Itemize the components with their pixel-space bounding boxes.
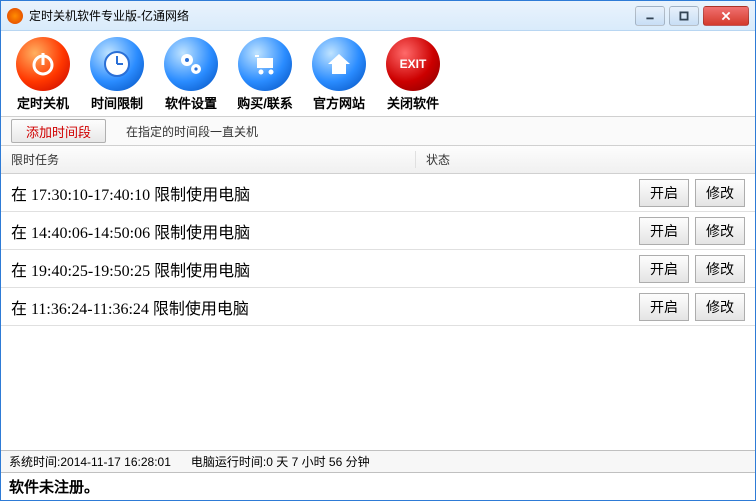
table-row: 在 14:40:06-14:50:06 限制使用电脑开启修改 bbox=[1, 212, 755, 250]
toolbar-item-home[interactable]: 官方网站 bbox=[307, 37, 371, 112]
status-bar: 系统时间:2014-11-17 16:28:01 电脑运行时间:0 天 7 小时… bbox=[1, 450, 755, 472]
row-actions: 开启修改 bbox=[639, 179, 745, 207]
table-header: 限时任务 状态 bbox=[1, 146, 755, 174]
toolbar-item-power[interactable]: 定时关机 bbox=[11, 37, 75, 112]
toolbar-item-gears[interactable]: 软件设置 bbox=[159, 37, 223, 112]
window-controls bbox=[635, 6, 749, 26]
power-icon bbox=[16, 37, 70, 91]
table-row: 在 17:30:10-17:40:10 限制使用电脑开启修改 bbox=[1, 174, 755, 212]
add-timerange-button[interactable]: 添加时间段 bbox=[11, 119, 106, 143]
toolbar-label: 官方网站 bbox=[313, 93, 365, 112]
subbar-hint: 在指定的时间段一直关机 bbox=[126, 123, 258, 140]
row-actions: 开启修改 bbox=[639, 293, 745, 321]
start-button[interactable]: 开启 bbox=[639, 293, 689, 321]
toolbar-label: 购买/联系 bbox=[237, 93, 293, 112]
clock-icon bbox=[90, 37, 144, 91]
exit-icon: EXIT bbox=[386, 37, 440, 91]
gears-icon bbox=[164, 37, 218, 91]
start-button[interactable]: 开启 bbox=[639, 217, 689, 245]
uptime: 电脑运行时间:0 天 7 小时 56 分钟 bbox=[191, 453, 370, 470]
toolbar-label: 时间限制 bbox=[91, 93, 143, 112]
toolbar-label: 软件设置 bbox=[165, 93, 217, 112]
table-row: 在 11:36:24-11:36:24 限制使用电脑开启修改 bbox=[1, 288, 755, 326]
app-window: 定时关机软件专业版-亿通网络 定时关机 时间限制 软件设置 购买/联系 官方网站 EXIT… bbox=[0, 0, 756, 501]
col-status: 状态 bbox=[416, 151, 755, 168]
row-text: 在 19:40:25-19:50:25 限制使用电脑 bbox=[11, 257, 639, 281]
close-button[interactable] bbox=[703, 6, 749, 26]
table-body: 在 17:30:10-17:40:10 限制使用电脑开启修改在 14:40:06… bbox=[1, 174, 755, 450]
col-task: 限时任务 bbox=[1, 151, 416, 168]
toolbar-label: 关闭软件 bbox=[387, 93, 439, 112]
row-text: 在 14:40:06-14:50:06 限制使用电脑 bbox=[11, 219, 639, 243]
row-text: 在 11:36:24-11:36:24 限制使用电脑 bbox=[11, 295, 639, 319]
titlebar[interactable]: 定时关机软件专业版-亿通网络 bbox=[1, 1, 755, 31]
row-text: 在 17:30:10-17:40:10 限制使用电脑 bbox=[11, 181, 639, 205]
edit-button[interactable]: 修改 bbox=[695, 255, 745, 283]
start-button[interactable]: 开启 bbox=[639, 255, 689, 283]
toolbar-label: 定时关机 bbox=[17, 93, 69, 112]
start-button[interactable]: 开启 bbox=[639, 179, 689, 207]
svg-text:EXIT: EXIT bbox=[400, 57, 427, 71]
toolbar-item-exit[interactable]: EXIT 关闭软件 bbox=[381, 37, 445, 112]
edit-button[interactable]: 修改 bbox=[695, 179, 745, 207]
subbar: 添加时间段 在指定的时间段一直关机 bbox=[1, 116, 755, 146]
app-icon bbox=[7, 8, 23, 24]
window-title: 定时关机软件专业版-亿通网络 bbox=[29, 7, 635, 24]
register-status: 软件未注册。 bbox=[9, 476, 99, 497]
row-actions: 开启修改 bbox=[639, 217, 745, 245]
toolbar-item-clock[interactable]: 时间限制 bbox=[85, 37, 149, 112]
footer: 软件未注册。 bbox=[1, 472, 755, 500]
maximize-button[interactable] bbox=[669, 6, 699, 26]
cart-icon bbox=[238, 37, 292, 91]
toolbar: 定时关机 时间限制 软件设置 购买/联系 官方网站 EXIT 关闭软件 bbox=[1, 31, 755, 116]
edit-button[interactable]: 修改 bbox=[695, 293, 745, 321]
toolbar-item-cart[interactable]: 购买/联系 bbox=[233, 37, 297, 112]
minimize-button[interactable] bbox=[635, 6, 665, 26]
systime: 系统时间:2014-11-17 16:28:01 bbox=[9, 453, 171, 470]
row-actions: 开启修改 bbox=[639, 255, 745, 283]
home-icon bbox=[312, 37, 366, 91]
table-row: 在 19:40:25-19:50:25 限制使用电脑开启修改 bbox=[1, 250, 755, 288]
edit-button[interactable]: 修改 bbox=[695, 217, 745, 245]
